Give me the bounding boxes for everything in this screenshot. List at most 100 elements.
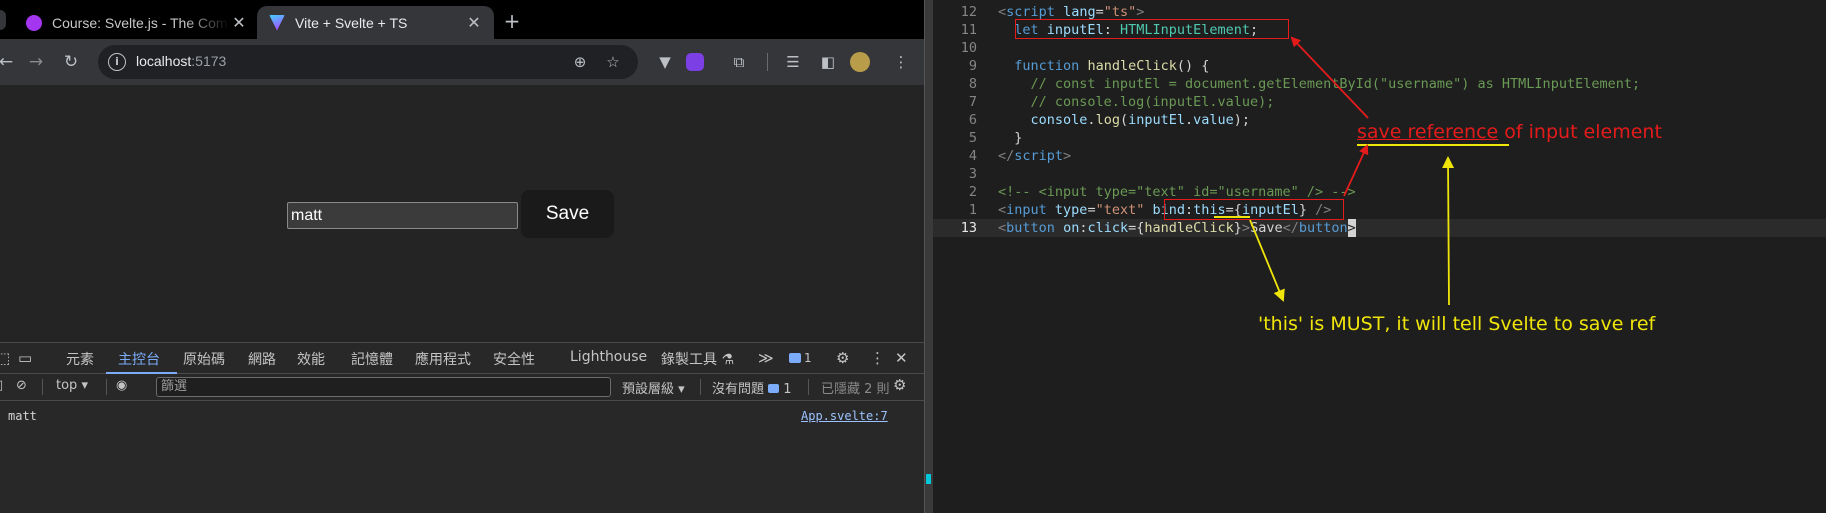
context-selector[interactable]: top ▾	[56, 378, 88, 393]
devtools-tab-performance[interactable]: 效能	[297, 349, 325, 369]
devtools-tab-application[interactable]: 應用程式	[415, 349, 471, 369]
devtools-tab-lighthouse[interactable]: Lighthouse	[570, 349, 647, 365]
filter-divider	[700, 379, 701, 395]
devtools-tab-elements[interactable]: 元素	[66, 349, 94, 369]
url-text[interactable]: localhost:5173	[136, 53, 226, 69]
annotation-yellow-underline	[1357, 144, 1509, 146]
new-tab-button[interactable]: +	[498, 8, 526, 36]
vue-devtools-icon[interactable]: ▼	[652, 49, 678, 75]
devtools-tab-security[interactable]: 安全性	[493, 349, 535, 369]
console-output: matt App.svelte:7	[0, 401, 924, 513]
annotation-this-is-must: 'this' is MUST, it will tell Svelte to s…	[1258, 313, 1656, 335]
settings-gear-icon[interactable]: ⚙	[836, 349, 849, 367]
address-bar[interactable]: i localhost:5173 ⊕ ☆	[98, 45, 638, 79]
console-filter-bar: ▯ ⊘ top ▾ ◉ 篩選 預設層級 ▾ 沒有問題 1 已隱藏 2 則 ⚙	[0, 374, 924, 401]
eye-icon[interactable]: ◉	[116, 378, 127, 393]
code-text[interactable]: function handleClick() {	[998, 57, 1209, 75]
code-line[interactable]: 13 <button on:click={handleClick}>Save</b…	[933, 219, 1826, 237]
filter-divider	[42, 379, 43, 395]
hidden-count: 已隱藏 2 則	[821, 382, 890, 397]
line-number: 2	[968, 184, 977, 200]
devtools-menu-icon[interactable]: ⋮	[870, 349, 885, 367]
code-line[interactable]: 7 // console.log(inputEl.value);	[933, 93, 1826, 111]
extensions-puzzle-icon[interactable]: ⧉	[726, 49, 752, 75]
toolbar-divider	[767, 53, 768, 71]
forward-icon[interactable]: →	[22, 48, 50, 76]
tab-search-button[interactable]	[0, 10, 6, 30]
more-tabs-icon[interactable]: ≫	[758, 349, 774, 367]
clear-console-icon[interactable]: ⊘	[16, 378, 27, 393]
highlight-box-bind-this	[1164, 199, 1344, 220]
close-icon[interactable]: ✕	[464, 13, 484, 33]
code-line[interactable]: 1 <input type="text" bind:this={inputEl} …	[933, 201, 1826, 219]
code-line[interactable]: 2 <!-- <input type="text" id="username" /…	[933, 183, 1826, 201]
console-filter-input[interactable]: 篩選	[156, 377, 611, 397]
tab-title: Course: Svelte.js - The Complete Guide	[52, 14, 229, 31]
menu-kebab-icon[interactable]: ⋮	[888, 49, 914, 75]
chevron-down-icon: ▾	[678, 382, 685, 397]
code-line[interactable]: 3	[933, 165, 1826, 183]
code-text[interactable]: console.log(inputEl.value);	[998, 111, 1251, 129]
chevron-down-icon: ▾	[81, 378, 88, 393]
filter-divider	[808, 379, 809, 395]
code-text[interactable]: // console.log(inputEl.value);	[998, 93, 1275, 111]
filter-divider	[106, 379, 107, 395]
code-editor[interactable]: 12 <script lang="ts"> 11 let inputEl: HTML…	[933, 0, 1826, 513]
browser-toolbar: ← → ↻ i localhost:5173 ⊕ ☆ ▼ ⧉ ☰ ◧ ⋮	[0, 39, 924, 85]
media-controls-icon[interactable]: ☰	[780, 49, 806, 75]
code-line[interactable]: 4 </script>	[933, 147, 1826, 165]
line-number: 7	[968, 94, 977, 110]
zoom-icon[interactable]: ⊕	[570, 52, 590, 72]
line-number: 8	[968, 76, 977, 92]
browser-window: Course: Svelte.js - The Complete Guide ✕…	[0, 0, 924, 513]
devtools-tab-memory[interactable]: 記憶體	[351, 349, 393, 369]
code-line[interactable]: 9 function handleClick() {	[933, 57, 1826, 75]
back-icon[interactable]: ←	[0, 48, 20, 76]
line-number: 13	[960, 220, 977, 236]
line-number: 11	[960, 22, 977, 38]
devtools-tab-sources[interactable]: 原始碼	[183, 349, 225, 369]
highlight-box-let-inputel	[1015, 19, 1289, 39]
side-panel-icon[interactable]: ◧	[815, 49, 841, 75]
close-devtools-icon[interactable]: ✕	[895, 349, 908, 367]
code-text[interactable]: </script>	[998, 147, 1071, 165]
reload-icon[interactable]: ↻	[57, 48, 85, 76]
devtools-tab-console[interactable]: 主控台	[118, 349, 160, 369]
no-issues-button[interactable]: 沒有問題 1	[712, 378, 792, 397]
line-number: 1	[968, 202, 977, 218]
site-info-icon[interactable]: i	[108, 53, 126, 71]
annotation-underlined-text: save reference	[1357, 121, 1499, 143]
tab-strip: Course: Svelte.js - The Complete Guide ✕…	[0, 0, 924, 39]
bookmark-star-icon[interactable]: ☆	[603, 52, 623, 72]
annotation-rest-text: of input element	[1498, 121, 1662, 143]
extension-purple-icon[interactable]	[686, 53, 704, 71]
devtools-tab-recorder[interactable]: 錄製工具 ⚗	[661, 349, 734, 369]
code-text[interactable]: <button on:click={handleClick}>Save</but…	[998, 219, 1356, 237]
line-number: 6	[968, 112, 977, 128]
close-icon[interactable]: ✕	[229, 13, 249, 33]
no-issues-count: 1	[783, 382, 792, 397]
console-settings-gear-icon[interactable]: ⚙	[893, 376, 906, 394]
devtools-tab-network[interactable]: 網路	[248, 349, 276, 369]
console-log-source-link[interactable]: App.svelte:7	[801, 409, 888, 423]
code-line[interactable]: 10	[933, 39, 1826, 57]
message-icon	[789, 353, 801, 363]
issues-badge[interactable]: 1	[789, 351, 812, 365]
url-port: :5173	[191, 53, 227, 69]
code-text[interactable]: }	[998, 129, 1022, 147]
code-line[interactable]: 8 // const inputEl = document.getElement…	[933, 75, 1826, 93]
username-input[interactable]: matt	[287, 202, 518, 229]
profile-avatar[interactable]	[850, 52, 870, 72]
tab-course[interactable]: Course: Svelte.js - The Complete Guide ✕	[14, 6, 259, 39]
log-levels-dropdown[interactable]: 預設層級 ▾	[622, 378, 685, 397]
save-button[interactable]: Save	[521, 190, 614, 238]
sidebar-toggle-icon[interactable]: ▯	[0, 378, 3, 393]
line-number: 12	[960, 4, 977, 20]
window-splitter[interactable]	[924, 0, 933, 513]
device-toolbar-icon[interactable]: ▭	[18, 349, 32, 367]
context-label: top	[56, 378, 78, 393]
line-number: 3	[968, 166, 977, 182]
inspect-icon[interactable]: ⬚	[0, 349, 10, 367]
tab-vite[interactable]: Vite + Svelte + TS ✕	[257, 6, 494, 39]
code-text[interactable]: // const inputEl = document.getElementBy…	[998, 75, 1641, 93]
